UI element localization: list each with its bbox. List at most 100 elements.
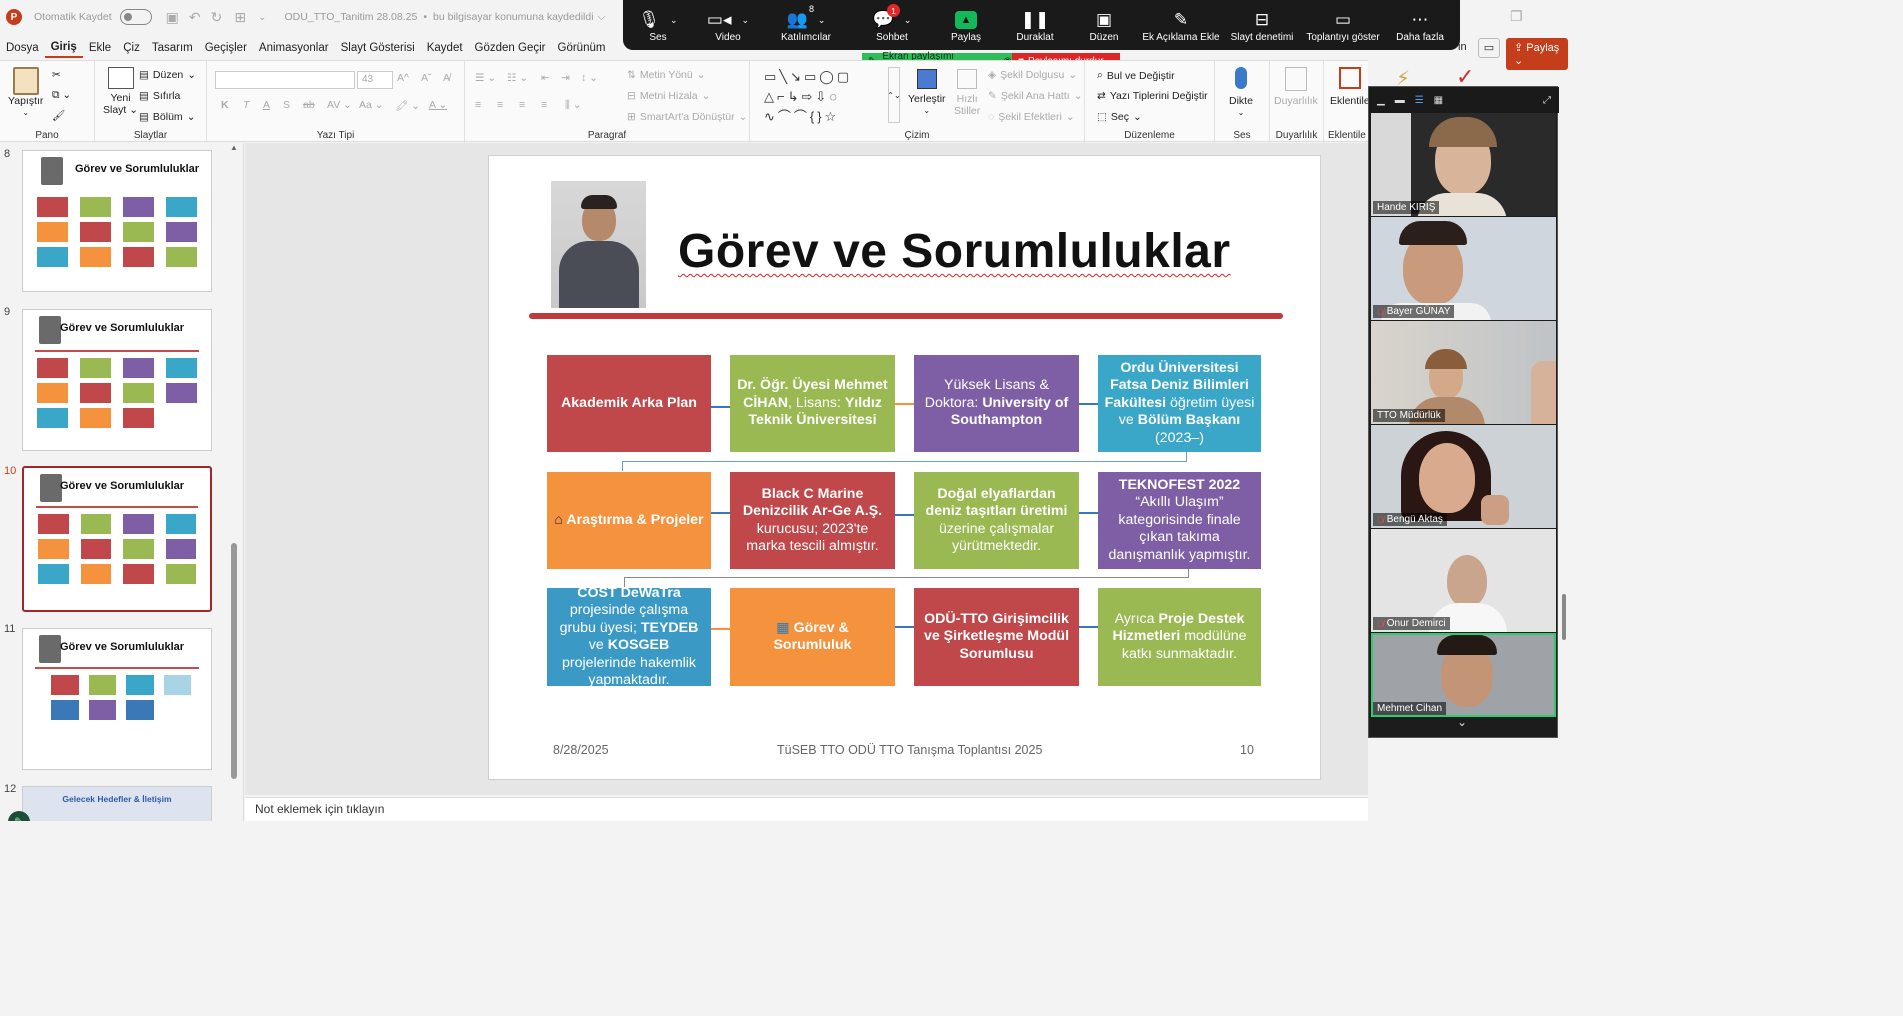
customize-qat-icon[interactable]: ⌄ [258,12,266,23]
font-name-select[interactable] [215,71,355,89]
spacing-icon[interactable]: AV ⌄ [327,99,352,111]
autosave-toggle[interactable] [119,9,152,25]
numbering-icon[interactable]: ☷ ⌄ [507,72,528,84]
video-tile[interactable]: 🎙̸ Onur Demirci [1371,529,1556,632]
audio-button[interactable]: 🎙 ⌄ Ses [623,0,693,43]
text-direction-button[interactable]: ⇅ Metin Yönü ⌄ [627,69,706,81]
restore-window-icon[interactable]: ❐ [1510,8,1523,25]
thumbnail-slide-8[interactable]: Görev ve Sorumluluklar [22,150,212,292]
box-academic-background[interactable]: Akademik Arka Plan [547,355,711,452]
slide-number[interactable]: 10 [1240,743,1254,757]
line-spacing-icon[interactable]: ↕ ⌄ [581,72,598,84]
participants-button[interactable]: 👥 ⌄ 8 Katılımcılar [763,0,849,43]
shape-effects-button[interactable]: ◌ Şekil Efektleri ⌄ [988,111,1075,123]
presenter-photo[interactable] [551,181,646,308]
tab-animasyonlar[interactable]: Animasyonlar [253,38,335,58]
chevron-down-icon[interactable]: ⌄ [1457,715,1467,729]
thumbnail-slide-10[interactable]: Görev ve Sorumluluklar [22,466,212,612]
shadow-icon[interactable]: S [283,99,290,111]
box-ordu-university[interactable]: Ordu Üniversitesi Fatsa Deniz Bilimleri … [1098,355,1261,452]
chat-button[interactable]: 💬 ⌄ 1 Sohbet [849,0,935,43]
box-cost-dewatra[interactable]: COST DeWaTra projesinde çalışma grubu üy… [547,585,711,688]
italic-icon[interactable]: T [243,99,249,111]
box-duties[interactable]: ▦ Görev & Sorumluluk [730,588,895,686]
replace-fonts-button[interactable]: ⇄ Yazı Tiplerini Değiştir [1097,90,1208,102]
video-tile-active-speaker[interactable]: Mehmet Cihan [1371,633,1556,717]
bold-icon[interactable]: K [221,99,229,111]
redo-icon[interactable]: ↻ [211,9,223,26]
thumbnail-slide-9[interactable]: Görev ve Sorumluluklar [22,309,212,451]
scroll-up-icon[interactable]: ▲ [230,143,238,152]
cut-icon[interactable]: ✂ [52,69,61,81]
align-center-icon[interactable]: ≡ [497,99,503,111]
tab-gozden-gecir[interactable]: Gözden Geçir [469,38,552,58]
grow-font-icon[interactable]: A^ [397,72,409,84]
shape-outline-button[interactable]: ✎ Şekil Ana Hattı ⌄ [988,90,1083,102]
underline-icon[interactable]: A [263,99,270,111]
smartart-button[interactable]: ⊞ SmartArt'a Dönüştür ⌄ [627,111,747,123]
copy-icon[interactable]: ⧉ ⌄ [52,89,71,102]
box-teknofest[interactable]: TEKNOFEST 2022 “Akıllı Ulaşım” kategoris… [1098,472,1261,569]
tab-kaydet[interactable]: Kaydet [421,38,469,58]
new-slide-button[interactable]: Yeni Slayt ⌄ [103,67,138,116]
video-tile[interactable]: Hande KIRIŞ [1371,113,1556,216]
slide-footer-date[interactable]: 8/28/2025 [553,743,609,757]
columns-icon[interactable]: ⫼ ⌄ [565,99,582,112]
format-painter-icon[interactable]: 🖌 [52,109,65,122]
video-button[interactable]: ▭◂ ⌄ Video [693,0,763,43]
box-masters-phd[interactable]: Yüksek Lisans & Doktora: University of S… [914,355,1079,452]
tab-tasarim[interactable]: Tasarım [146,38,199,58]
addins-button[interactable]: Eklentile [1330,67,1370,107]
section-dropdown[interactable]: ▤ Bölüm ⌄ [139,111,196,123]
align-text-button[interactable]: ⊟ Metni Hizala ⌄ [627,90,710,102]
expand-icon[interactable]: ⤢ [1543,95,1551,106]
show-meeting-button[interactable]: ▭ Toplantıyı göster [1297,0,1389,43]
annotate-button[interactable]: ✎ Ek Açıklama Ekle [1135,0,1227,43]
shape-fill-button[interactable]: ◈ Şekil Dolgusu ⌄ [988,69,1077,81]
video-tile[interactable]: TTO Müdürlük [1371,321,1556,424]
font-size-select[interactable]: 43 [357,71,393,89]
thumbnail-slide-11[interactable]: Görev ve Sorumluluklar [22,628,212,770]
slide-control-button[interactable]: ⊟ Slayt denetimi [1227,0,1297,43]
shapes-gallery[interactable]: ▭╲↘▭◯▢ △⌐↳⇨⇩◌ ∿⌒⌒{}☆ [764,67,884,127]
tab-dosya[interactable]: Dosya [0,38,45,58]
slide-title[interactable]: Görev ve Sorumluluklar [678,224,1231,279]
tab-gecisler[interactable]: Geçişler [199,38,253,58]
tab-slayt-gosterisi[interactable]: Slayt Gösterisi [335,38,421,58]
bullets-icon[interactable]: ☰ ⌄ [475,72,496,84]
more-button[interactable]: ⋯ Daha fazla [1389,0,1451,43]
thumbnail-scroll-thumb[interactable] [231,543,237,779]
arrange-button[interactable]: Yerleştir ⌄ [908,69,946,117]
align-right-icon[interactable]: ≡ [519,99,525,111]
right-scroll-indicator[interactable] [1562,594,1566,640]
undo-icon[interactable]: ↶ [189,9,201,26]
slide-footer-text[interactable]: TüSEB TTO ODÜ TTO Tanışma Toplantısı 202… [777,743,1042,757]
clear-format-icon[interactable]: A̸ [443,72,450,84]
box-education[interactable]: Dr. Öğr. Üyesi Mehmet CİHAN, Lisans: Yıl… [730,355,895,452]
pause-share-button[interactable]: ❚❚ Duraklat [997,0,1073,43]
video-tile[interactable]: 🎙̸ Bengü Aktaş [1371,425,1556,528]
save-icon[interactable]: ▣ [166,9,179,26]
chevron-down-icon[interactable]: ⌵ [598,11,606,24]
dictate-button[interactable]: Dikte ⌄ [1229,67,1253,119]
decrease-indent-icon[interactable]: ⇤ [541,72,550,84]
increase-indent-icon[interactable]: ⇥ [561,72,570,84]
strikethrough-icon[interactable]: ab [303,99,315,111]
reset-button[interactable]: ▤ Sıfırla [139,90,180,102]
view-strip-icon[interactable]: ☰ [1415,95,1424,106]
box-black-c-marine[interactable]: Black C Marine Denizcilik Ar-Ge A.Ş. kur… [730,472,895,569]
box-entrepreneurship-module[interactable]: ODÜ-TTO Girişimcilik ve Şirketleşme Modü… [914,588,1079,686]
find-replace-button[interactable]: ⌕ Bul ve Değiştir [1097,69,1175,82]
layout-button[interactable]: ▣ Düzen [1073,0,1135,43]
justify-icon[interactable]: ≡ [541,99,547,111]
share-button[interactable]: ▲ Paylaş [935,0,997,43]
comments-icon[interactable]: ▭ [1478,38,1500,58]
minimize-icon[interactable]: ▁ [1377,95,1385,106]
view-grid-icon[interactable]: ▦ [1434,95,1443,106]
change-case-icon[interactable]: Aa ⌄ [359,99,384,111]
sensitivity-button[interactable]: Duyarlılık [1274,67,1318,107]
view-single-icon[interactable]: ▬ [1395,95,1405,106]
tab-ekle[interactable]: Ekle [83,38,117,58]
shrink-font-icon[interactable]: Aˇ [421,72,432,84]
tab-gorunum[interactable]: Görünüm [552,38,612,58]
